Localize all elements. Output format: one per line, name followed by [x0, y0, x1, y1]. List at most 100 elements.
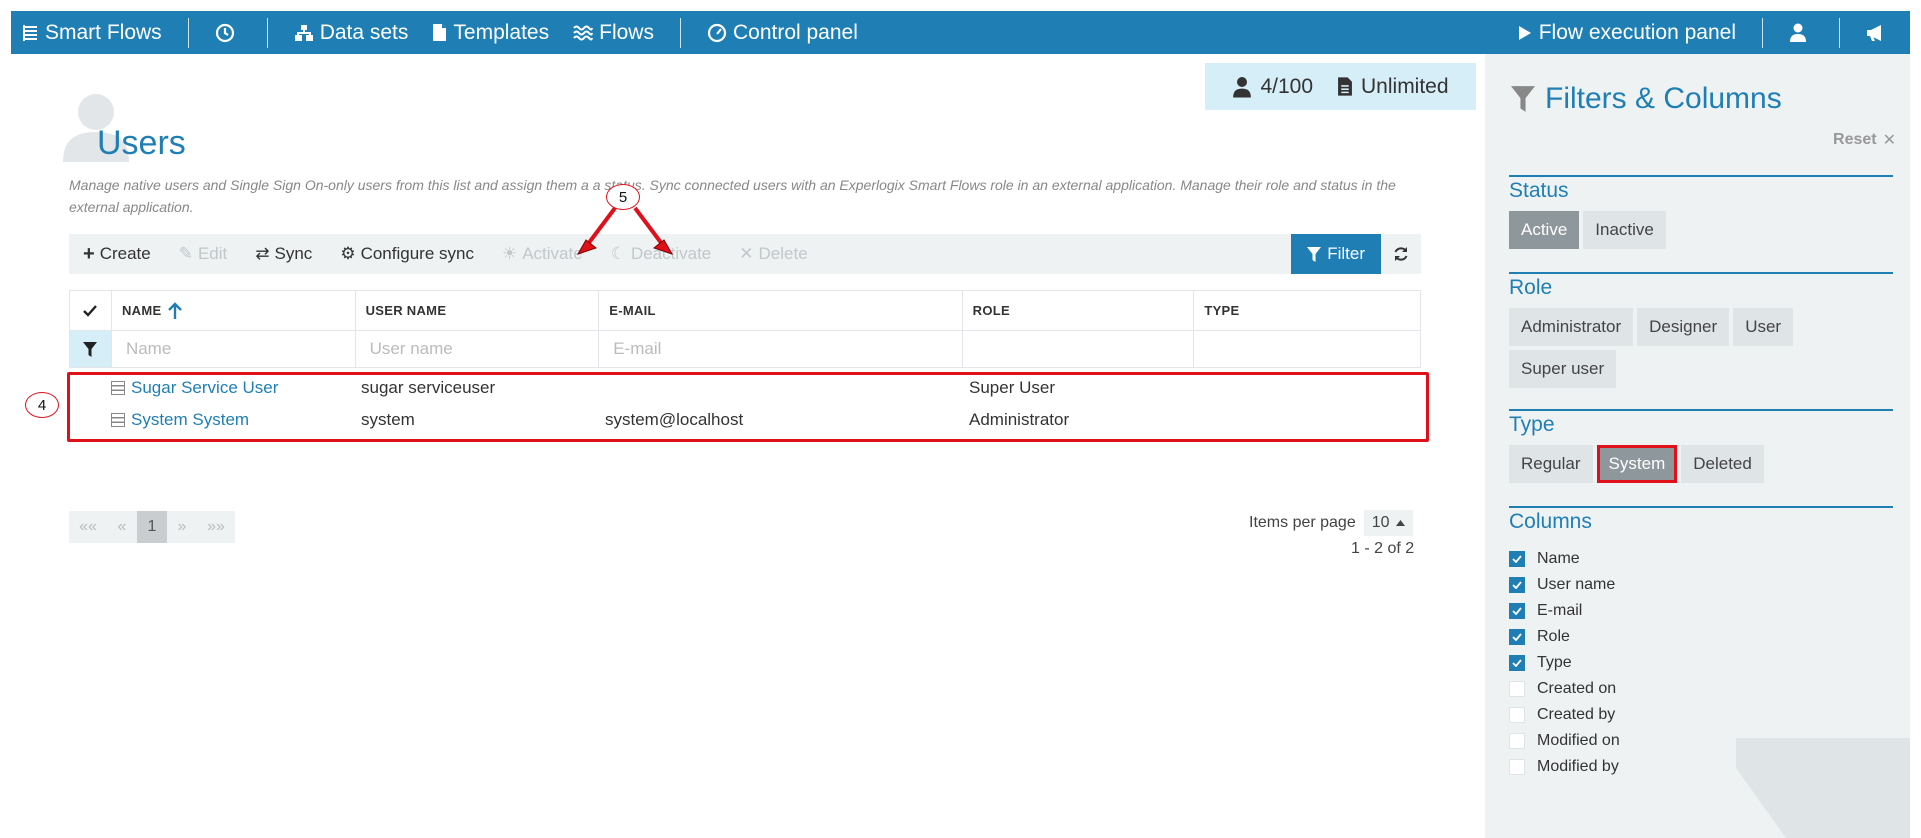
- sync-label: Sync: [274, 244, 313, 263]
- prev-page-button[interactable]: «: [107, 511, 137, 543]
- nav-brand[interactable]: Smart Flows: [11, 11, 174, 54]
- play-icon: [1518, 25, 1531, 40]
- checkbox-checked[interactable]: [1509, 629, 1525, 645]
- column-toggle-created-on[interactable]: Created on: [1509, 676, 1893, 702]
- nav-templates[interactable]: Templates: [420, 11, 561, 54]
- type-filter-cell: [1194, 331, 1420, 367]
- header-email[interactable]: E-MAIL: [599, 291, 963, 330]
- checkbox-unchecked[interactable]: [1509, 707, 1525, 723]
- items-per-page-value: 10: [1371, 514, 1390, 531]
- gauge-icon: [707, 23, 727, 42]
- main-content: 4/100 Unlimited Users Manage native user…: [11, 54, 1485, 838]
- panel-title: Filters & Columns: [1511, 82, 1782, 116]
- header-type[interactable]: TYPE: [1194, 291, 1420, 330]
- nav-data-sets[interactable]: Data sets: [282, 11, 421, 54]
- license-users-count: 4/100: [1260, 74, 1314, 98]
- sun-icon: ☀: [501, 244, 518, 263]
- type-title: Type: [1509, 409, 1893, 443]
- edit-button[interactable]: ✎ Edit: [165, 234, 242, 274]
- license-info: 4/100 Unlimited: [1205, 63, 1476, 110]
- nav-user-menu[interactable]: [1777, 11, 1825, 54]
- column-toggle-type[interactable]: Type: [1509, 650, 1893, 676]
- reset-label: Reset: [1833, 131, 1877, 148]
- checkbox-unchecked[interactable]: [1509, 733, 1525, 749]
- edit-label: Edit: [197, 244, 228, 263]
- columns-title: Columns: [1509, 506, 1893, 540]
- caret-up-icon: [1395, 520, 1405, 526]
- times-icon: ✕: [739, 244, 754, 263]
- items-per-page-label: Items per page: [1249, 514, 1356, 531]
- nav-flows[interactable]: Flows: [561, 11, 666, 54]
- checkbox-checked[interactable]: [1509, 551, 1525, 567]
- callout-five-arrows: [576, 206, 674, 255]
- license-documents: Unlimited: [1337, 75, 1449, 99]
- column-toggle-username[interactable]: User name: [1509, 572, 1893, 598]
- check-icon: [1512, 607, 1522, 615]
- header-username[interactable]: USER NAME: [356, 291, 600, 330]
- rows-highlight-box: [67, 372, 1429, 442]
- type-deleted-chip[interactable]: Deleted: [1681, 445, 1764, 483]
- header-name[interactable]: NAME: [112, 291, 356, 330]
- funnel-icon: [1511, 86, 1535, 112]
- panel-decoration: [1736, 738, 1910, 838]
- next-page-button[interactable]: »: [167, 511, 197, 543]
- column-toggle-name[interactable]: Name: [1509, 546, 1893, 572]
- checkbox-checked[interactable]: [1509, 655, 1525, 671]
- select-all-checkbox[interactable]: [70, 291, 112, 330]
- delete-label: Delete: [758, 244, 808, 263]
- header-name-label: NAME: [121, 303, 162, 318]
- role-designer-chip[interactable]: Designer: [1637, 308, 1730, 346]
- email-filter-input[interactable]: E-mail: [599, 331, 963, 367]
- create-label: Create: [99, 244, 151, 263]
- pagination: «« « 1 » »»: [69, 511, 235, 543]
- check-icon: [1512, 555, 1522, 563]
- file-icon: [433, 24, 447, 41]
- name-filter-input[interactable]: Name: [112, 331, 356, 367]
- delete-button[interactable]: ✕ Delete: [725, 234, 821, 274]
- nav-history[interactable]: [203, 11, 253, 54]
- configure-sync-button[interactable]: ⚙ Configure sync: [326, 234, 488, 274]
- checkbox-checked[interactable]: [1509, 603, 1525, 619]
- filter-button[interactable]: Filter: [1291, 234, 1381, 274]
- column-toggle-created-by[interactable]: Created by: [1509, 702, 1893, 728]
- nav-announcements[interactable]: [1854, 11, 1910, 54]
- nav-control-panel[interactable]: Control panel: [695, 11, 870, 54]
- checkbox-unchecked[interactable]: [1509, 759, 1525, 775]
- check-icon: [1512, 659, 1522, 667]
- role-title: Role: [1509, 272, 1893, 306]
- header-role[interactable]: ROLE: [963, 291, 1195, 330]
- page-1-button[interactable]: 1: [137, 511, 167, 543]
- status-inactive-chip[interactable]: Inactive: [1583, 211, 1666, 249]
- waves-icon: [573, 25, 594, 40]
- role-user-chip[interactable]: User: [1733, 308, 1794, 346]
- type-system-chip[interactable]: System: [1596, 445, 1678, 483]
- create-button[interactable]: + Create: [69, 234, 165, 274]
- column-toggle-email[interactable]: E-mail: [1509, 598, 1893, 624]
- last-page-button[interactable]: »»: [197, 511, 235, 543]
- license-documents-value: Unlimited: [1361, 74, 1449, 98]
- sort-asc-icon: [168, 301, 183, 319]
- nav-data-sets-label: Data sets: [319, 20, 409, 44]
- gear-icon: ⚙: [340, 244, 356, 263]
- checkbox-unchecked[interactable]: [1509, 681, 1525, 697]
- refresh-button[interactable]: [1381, 234, 1421, 274]
- nav-divider: [266, 17, 268, 48]
- filter-label: Filter: [1327, 244, 1365, 263]
- first-page-button[interactable]: ««: [69, 511, 107, 543]
- sync-button[interactable]: ⇄ Sync: [241, 234, 326, 274]
- column-toggle-role[interactable]: Role: [1509, 624, 1893, 650]
- items-per-page-select[interactable]: 10: [1363, 510, 1413, 536]
- nav-flows-label: Flows: [599, 20, 654, 44]
- filter-row-icon: [70, 331, 112, 367]
- clock-icon: [215, 23, 234, 42]
- role-super-user-chip[interactable]: Super user: [1509, 350, 1617, 388]
- nav-templates-label: Templates: [453, 20, 550, 44]
- reset-button[interactable]: Reset ✕: [1833, 130, 1896, 150]
- user-icon: [1233, 76, 1252, 98]
- nav-flow-execution-panel[interactable]: Flow execution panel: [1505, 11, 1748, 54]
- role-administrator-chip[interactable]: Administrator: [1509, 308, 1634, 346]
- username-filter-input[interactable]: User name: [356, 331, 600, 367]
- status-active-chip[interactable]: Active: [1509, 211, 1580, 249]
- type-regular-chip[interactable]: Regular: [1509, 445, 1593, 483]
- checkbox-checked[interactable]: [1509, 577, 1525, 593]
